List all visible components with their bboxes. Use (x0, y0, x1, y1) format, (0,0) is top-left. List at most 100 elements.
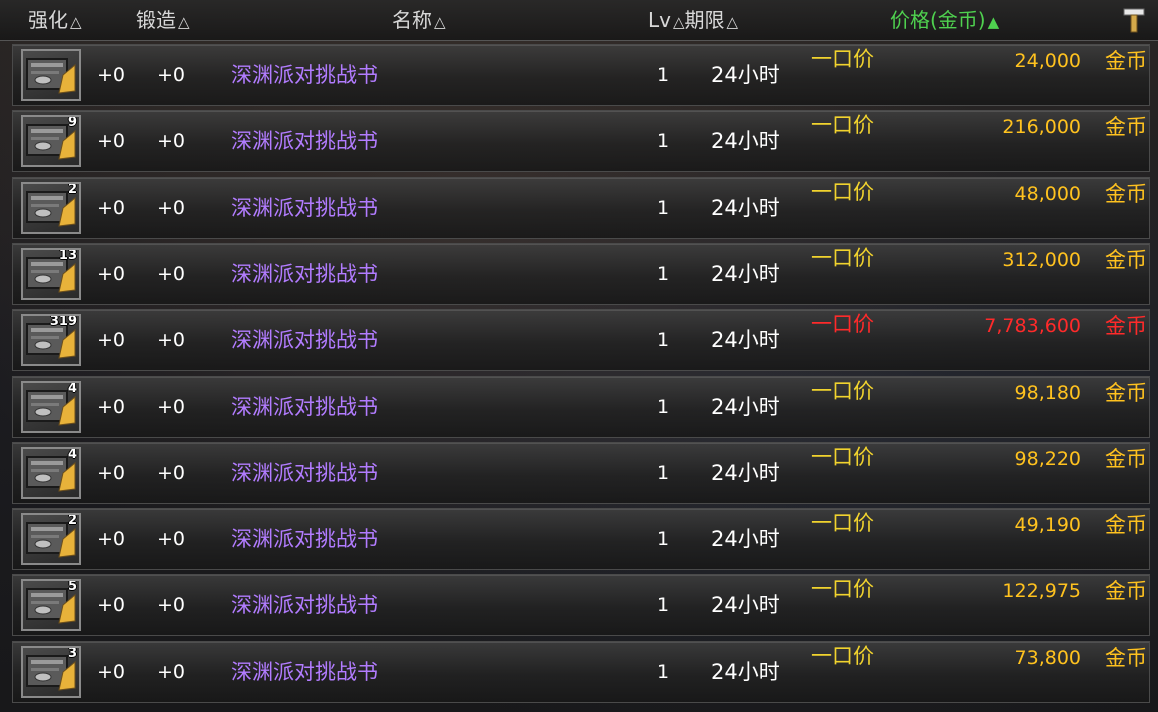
price-type-label: 一口价 (811, 643, 874, 668)
currency-label: 金币 (1105, 115, 1147, 140)
listing-row[interactable]: 9 +0 +0 深渊派对挑战书 1 24小时 一口价 216,000 金币 (12, 110, 1150, 173)
expire-duration: 24小时 (711, 394, 780, 419)
sort-header-price[interactable]: 价格(金币) ▲ (890, 6, 999, 34)
sort-triangle-icon: △ (178, 13, 190, 31)
header-label: 名称 (392, 8, 432, 32)
item-level: 1 (657, 660, 670, 683)
expire-duration: 24小时 (711, 659, 780, 684)
listing-row[interactable]: 4 +0 +0 深渊派对挑战书 1 24小时 一口价 98,220 金币 (12, 441, 1150, 504)
item-quantity: 13 (58, 247, 77, 263)
price-value: 24,000 (1014, 50, 1081, 72)
qianghua-value: +0 (97, 528, 126, 551)
price-type-label: 一口价 (811, 179, 874, 204)
listing-row[interactable]: 13 +0 +0 深渊派对挑战书 1 24小时 一口价 312,000 金币 (12, 242, 1150, 305)
price-value: 98,180 (1014, 381, 1081, 404)
qianghua-value: +0 (97, 461, 126, 484)
expire-duration: 24小时 (711, 527, 780, 552)
item-name: 深渊派对挑战书 (231, 195, 378, 220)
price-value: 49,190 (1014, 514, 1081, 537)
sort-header-qianghua[interactable]: 强化 △ (28, 6, 82, 34)
currency-label: 金币 (1105, 446, 1147, 471)
listing-row[interactable]: 5 +0 +0 深渊派对挑战书 1 24小时 一口价 122,975 金币 (12, 574, 1150, 637)
price-type-label: 一口价 (811, 378, 874, 403)
item-name: 深渊派对挑战书 (231, 659, 378, 684)
listing-row[interactable]: +0 +0 深渊派对挑战书 1 24小时 一口价 24,000 金币 (12, 44, 1150, 106)
auction-list-panel: 强化 △ 锻造 △ 名称 △ Lv △期限 △ 价格(金币) ▲ +0 +0 深… (0, 0, 1158, 712)
currency-label: 金币 (1105, 314, 1147, 339)
header-label: 强化 (28, 8, 68, 32)
item-name: 深渊派对挑战书 (231, 394, 378, 419)
qianghua-value: +0 (97, 196, 126, 219)
scroll-item-icon: 9 (21, 115, 81, 168)
duanzao-value: +0 (157, 528, 186, 551)
listing-row[interactable]: 2 +0 +0 深渊派对挑战书 1 24小时 一口价 48,000 金币 (12, 176, 1150, 239)
item-quantity: 2 (67, 513, 77, 529)
qianghua-value: +0 (97, 329, 126, 352)
qianghua-value: +0 (97, 64, 126, 86)
sort-header-name[interactable]: 名称 △ (392, 6, 446, 34)
price-type-label: 一口价 (811, 245, 874, 270)
duanzao-value: +0 (157, 64, 186, 86)
expire-duration: 24小时 (711, 261, 780, 286)
sort-header-duanzao[interactable]: 锻造 △ (136, 6, 190, 34)
sort-header-lv-expire[interactable]: Lv △期限 △ (648, 6, 738, 34)
qianghua-value: +0 (97, 130, 126, 153)
expire-duration: 24小时 (711, 195, 780, 220)
scroll-item-icon: 3 (21, 645, 81, 698)
listing-row[interactable]: 319 +0 +0 深渊派对挑战书 1 24小时 一口价 7,783,600 金… (12, 309, 1150, 372)
item-name: 深渊派对挑战书 (231, 593, 378, 618)
scroll-item-icon: 2 (21, 513, 81, 566)
item-name: 深渊派对挑战书 (231, 129, 378, 154)
header-label: 锻造 (136, 8, 176, 32)
duanzao-value: +0 (157, 262, 186, 285)
qianghua-value: +0 (97, 594, 126, 617)
qianghua-value: +0 (97, 660, 126, 683)
price-type-label: 一口价 (811, 312, 874, 337)
currency-label: 金币 (1105, 380, 1147, 405)
item-name: 深渊派对挑战书 (231, 460, 378, 485)
listing-row[interactable]: 2 +0 +0 深渊派对挑战书 1 24小时 一口价 49,190 金币 (12, 508, 1150, 571)
duanzao-value: +0 (157, 461, 186, 484)
item-quantity: 4 (67, 380, 77, 396)
item-level: 1 (657, 262, 670, 285)
sort-triangle-filled-icon: ▲ (987, 13, 1000, 31)
item-quantity: 4 (67, 446, 77, 462)
sort-triangle-icon: △ (70, 13, 82, 31)
hammer-icon[interactable] (1122, 6, 1146, 34)
scroll-item-icon: 5 (21, 579, 81, 632)
price-type-label: 一口价 (811, 511, 874, 536)
scroll-item-icon: 4 (21, 380, 81, 433)
currency-label: 金币 (1105, 513, 1147, 538)
scroll-item-icon: 2 (21, 181, 81, 234)
column-header-bar: 强化 △ 锻造 △ 名称 △ Lv △期限 △ 价格(金币) ▲ (0, 0, 1158, 41)
expire-duration: 24小时 (711, 129, 780, 154)
item-level: 1 (657, 329, 670, 352)
sort-triangle-icon: △ (672, 13, 685, 31)
duanzao-value: +0 (157, 660, 186, 683)
duanzao-value: +0 (157, 196, 186, 219)
expire-duration: 24小时 (711, 328, 780, 353)
listing-row[interactable]: 4 +0 +0 深渊派对挑战书 1 24小时 一口价 98,180 金币 (12, 375, 1150, 438)
item-level: 1 (657, 196, 670, 219)
qianghua-value: +0 (97, 262, 126, 285)
header-label: 期限 (684, 8, 725, 32)
scroll-item-icon: 13 (21, 247, 81, 300)
item-level: 1 (657, 461, 670, 484)
listing-row[interactable]: 3 +0 +0 深渊派对挑战书 1 24小时 一口价 73,800 金币 (12, 640, 1150, 703)
expire-duration: 24小时 (711, 593, 780, 618)
item-quantity: 319 (49, 314, 77, 330)
item-level: 1 (657, 130, 670, 153)
item-name: 深渊派对挑战书 (231, 328, 378, 353)
price-type-label: 一口价 (811, 444, 874, 469)
price-value: 48,000 (1014, 182, 1081, 205)
currency-label: 金币 (1105, 247, 1147, 272)
header-label: 价格(金币) (890, 8, 986, 32)
duanzao-value: +0 (157, 395, 186, 418)
sort-triangle-icon: △ (434, 13, 446, 31)
item-level: 1 (657, 528, 670, 551)
item-name: 深渊派对挑战书 (231, 63, 378, 87)
price-type-label: 一口价 (811, 47, 874, 71)
price-type-label: 一口价 (811, 577, 874, 602)
price-value: 312,000 (1002, 248, 1081, 271)
duanzao-value: +0 (157, 130, 186, 153)
